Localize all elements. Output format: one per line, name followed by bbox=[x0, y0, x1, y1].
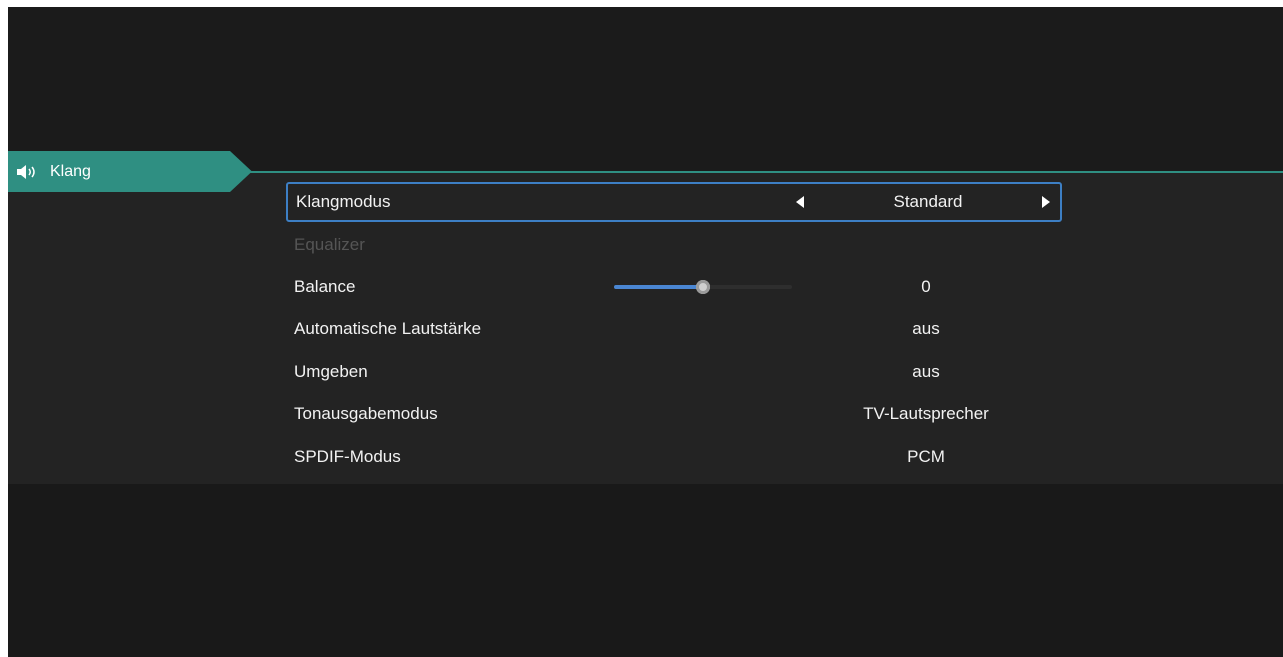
divider-line bbox=[244, 171, 1283, 173]
setting-row-surround[interactable]: Umgeben aus bbox=[286, 352, 1062, 392]
setting-label: Balance bbox=[294, 277, 356, 296]
setting-row-audio-output[interactable]: Tonausgabemodus TV-Lautsprecher bbox=[286, 394, 1062, 434]
setting-label: Klangmodus bbox=[296, 192, 391, 211]
setting-label: Umgeben bbox=[294, 362, 368, 381]
setting-label: Automatische Lautstärke bbox=[294, 319, 482, 338]
setting-value: 0 bbox=[921, 277, 931, 296]
tv-screen: Klang Klangmodus Standard Equalizer Bala… bbox=[8, 7, 1283, 657]
bottom-area bbox=[8, 484, 1283, 657]
top-area bbox=[8, 7, 1283, 171]
setting-row-equalizer: Equalizer bbox=[286, 225, 1062, 265]
speaker-icon bbox=[16, 164, 38, 180]
arrow-right-icon[interactable] bbox=[1042, 196, 1050, 208]
category-tab-sound[interactable]: Klang bbox=[8, 151, 252, 192]
setting-row-balance[interactable]: Balance 0 bbox=[286, 267, 1062, 307]
setting-value: aus bbox=[912, 319, 940, 338]
setting-row-auto-volume[interactable]: Automatische Lautstärke aus bbox=[286, 309, 1062, 349]
setting-value: PCM bbox=[907, 447, 945, 466]
arrow-left-icon[interactable] bbox=[796, 196, 804, 208]
setting-row-spdif[interactable]: SPDIF-Modus PCM bbox=[286, 437, 1062, 477]
setting-value: Standard bbox=[893, 192, 963, 211]
setting-value: TV-Lautsprecher bbox=[863, 404, 989, 423]
balance-slider[interactable] bbox=[614, 280, 792, 294]
slider-thumb[interactable] bbox=[696, 280, 710, 294]
setting-value: aus bbox=[912, 362, 940, 381]
slider-fill bbox=[614, 285, 703, 289]
setting-label: Equalizer bbox=[294, 235, 365, 254]
setting-label: SPDIF-Modus bbox=[294, 447, 401, 466]
category-label: Klang bbox=[50, 162, 91, 180]
setting-label: Tonausgabemodus bbox=[294, 404, 438, 423]
setting-row-sound-mode[interactable]: Klangmodus Standard bbox=[286, 182, 1062, 222]
